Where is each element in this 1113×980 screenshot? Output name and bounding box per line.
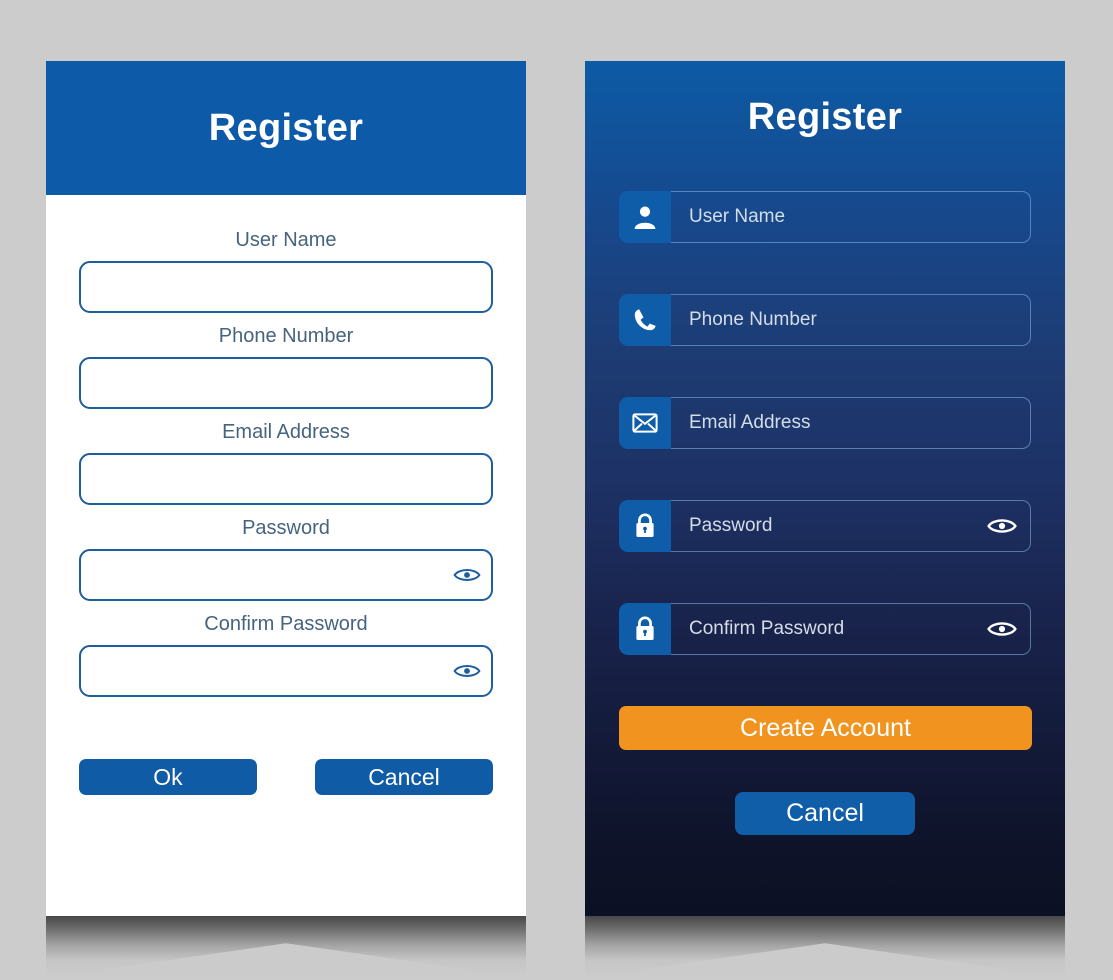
field-row-email — [619, 397, 1031, 449]
field-group-confirm-password: Confirm Password — [79, 609, 493, 697]
input-shell-password — [79, 549, 493, 601]
eye-icon-confirm-password-toggle[interactable] — [987, 618, 1017, 640]
card-shadow-right — [585, 916, 1065, 978]
field-row-password — [619, 500, 1031, 552]
confirm-password-input[interactable] — [79, 645, 493, 697]
light-card-actions: Ok Cancel — [46, 759, 526, 795]
phone-input[interactable] — [79, 357, 493, 409]
register-card-dark: Register User Name Phone Number Email Ad… — [585, 61, 1065, 916]
field-group-phone: Phone Number — [79, 321, 493, 409]
dark-card-header: Register — [585, 61, 1065, 173]
field-row-username — [619, 191, 1031, 243]
phone-input[interactable] — [671, 294, 1031, 346]
eye-icon — [453, 665, 481, 677]
cancel-button[interactable]: Cancel — [735, 792, 915, 835]
dark-card-body: Create Account Cancel — [585, 191, 1065, 835]
envelope-icon-box — [619, 397, 671, 449]
field-row-phone — [619, 294, 1031, 346]
field-group-password: Password — [79, 513, 493, 601]
phone-icon-box — [619, 294, 671, 346]
eye-icon-confirm-password-toggle[interactable] — [453, 661, 481, 681]
confirm-password-input[interactable] — [671, 603, 1031, 655]
eye-icon — [453, 569, 481, 581]
register-card-light: Register User Name Phone Number Email Ad… — [46, 61, 526, 916]
user-icon — [634, 206, 656, 229]
username-input[interactable] — [671, 191, 1031, 243]
input-shell-confirm-password — [79, 645, 493, 697]
input-shell-username — [79, 261, 493, 313]
eye-icon-password-toggle[interactable] — [453, 565, 481, 585]
lock-icon — [636, 616, 654, 640]
user-icon-box — [619, 191, 671, 243]
create-account-button[interactable]: Create Account — [619, 706, 1032, 750]
label-username: User Name — [235, 229, 337, 251]
card-shadow-left — [46, 916, 526, 978]
input-shell-phone — [79, 357, 493, 409]
ok-button[interactable]: Ok — [79, 759, 257, 795]
label-password: Password — [242, 517, 330, 539]
eye-icon-password-toggle[interactable] — [987, 515, 1017, 537]
light-card-body: User Name Phone Number Email Address Pas… — [46, 195, 526, 697]
cancel-button[interactable]: Cancel — [315, 759, 493, 795]
input-shell-email — [79, 453, 493, 505]
email-input[interactable] — [79, 453, 493, 505]
lock-icon-box — [619, 500, 671, 552]
email-input[interactable] — [671, 397, 1031, 449]
lock-icon-box — [619, 603, 671, 655]
field-group-email: Email Address — [79, 417, 493, 505]
field-row-confirm-password — [619, 603, 1031, 655]
label-confirm-password: Confirm Password — [204, 613, 368, 635]
username-input[interactable] — [79, 261, 493, 313]
envelope-icon — [632, 413, 658, 433]
lock-icon — [636, 513, 654, 537]
phone-icon — [634, 309, 656, 331]
password-input[interactable] — [79, 549, 493, 601]
password-input[interactable] — [671, 500, 1031, 552]
page-title: Register — [208, 106, 364, 149]
eye-icon — [987, 519, 1017, 533]
eye-icon — [987, 622, 1017, 636]
page-title: Register — [747, 95, 903, 138]
label-email: Email Address — [222, 421, 350, 443]
label-phone: Phone Number — [218, 325, 354, 347]
screen: Register User Name Phone Number Email Ad… — [0, 0, 1113, 980]
field-group-username: User Name — [79, 225, 493, 313]
light-card-header: Register — [46, 61, 526, 195]
